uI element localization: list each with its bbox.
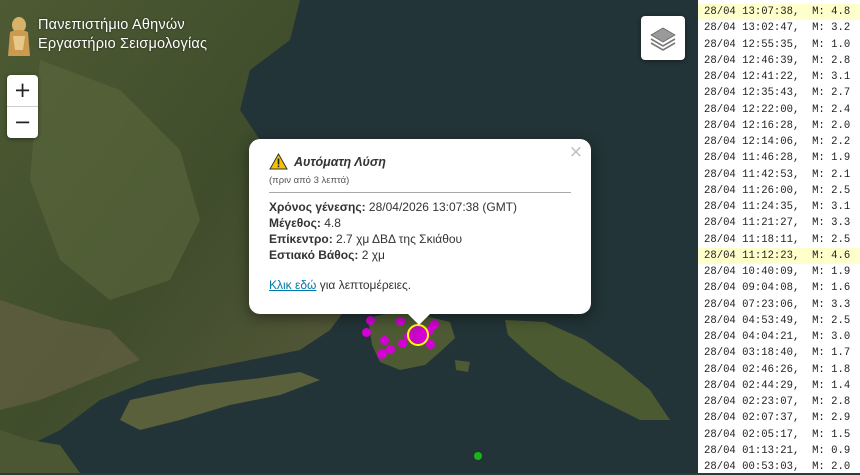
warning-icon — [269, 153, 288, 170]
magnitude-value: 4.8 — [324, 216, 341, 230]
quake-list-item[interactable]: 28/04 12:35:43, M: 2.7 — [698, 85, 860, 101]
quake-list-item[interactable]: 28/04 02:46:26, M: 1.8 — [698, 362, 860, 378]
zoom-out-button[interactable]: − — [7, 106, 38, 138]
origin-time-value: 28/04/2026 13:07:38 (GMT) — [368, 200, 518, 214]
quake-list-item[interactable]: 28/04 12:16:28, M: 2.0 — [698, 118, 860, 134]
quake-list-item[interactable]: 28/04 07:23:06, M: 3.3 — [698, 297, 860, 313]
magnitude-label: Μέγεθος: — [269, 216, 321, 230]
depth-value: 2 χμ — [361, 248, 385, 262]
quake-list-item[interactable]: 28/04 10:40:09, M: 1.9 — [698, 264, 860, 280]
quake-marker-old[interactable] — [474, 452, 482, 460]
logo-line1: Πανεπιστήμιο Αθηνών — [38, 17, 185, 33]
quake-list-item[interactable]: 28/04 11:42:53, M: 2.1 — [698, 167, 860, 183]
quake-marker[interactable] — [366, 316, 375, 325]
earthquake-popup: × Αυτόματη Λύση (πριν από 3 λεπτά) Χρόνο… — [249, 139, 591, 325]
quake-marker[interactable] — [380, 336, 389, 345]
epicenter-row: Επίκεντρο: 2.7 χμ ΔΒΔ της Σκιάθου — [269, 231, 571, 247]
quake-list-item[interactable]: 28/04 02:05:17, M: 1.5 — [698, 427, 860, 443]
quake-marker[interactable] — [362, 328, 371, 337]
details-suffix: για λεπτομέρειες. — [319, 278, 412, 292]
quake-marker[interactable] — [396, 317, 405, 326]
quake-marker-selected[interactable] — [407, 324, 429, 346]
origin-time-label: Χρόνος γένεσης: — [269, 200, 366, 214]
zoom-control: + − — [7, 75, 38, 138]
zoom-in-button[interactable]: + — [7, 75, 38, 106]
quake-list-item[interactable]: 28/04 12:41:22, M: 3.1 — [698, 69, 860, 85]
quake-list-item[interactable]: 28/04 11:46:28, M: 1.9 — [698, 150, 860, 166]
quake-list-item[interactable]: 28/04 02:07:37, M: 2.9 — [698, 410, 860, 426]
quake-list-item[interactable]: 28/04 11:12:23, M: 4.6 — [698, 247, 860, 264]
quake-list-item[interactable]: 28/04 12:55:35, M: 1.0 — [698, 37, 860, 53]
quake-marker[interactable] — [377, 349, 387, 359]
athena-logo-icon — [8, 17, 30, 56]
depth-label: Εστιακό Βάθος: — [269, 248, 359, 262]
popup-subtitle: (πριν από 3 λεπτά) — [269, 175, 350, 186]
quake-list-item[interactable]: 28/04 04:53:49, M: 2.5 — [698, 313, 860, 329]
layers-button[interactable] — [641, 16, 685, 60]
quake-list-item[interactable]: 28/04 12:22:00, M: 2.4 — [698, 102, 860, 118]
quake-list-item[interactable]: 28/04 12:46:39, M: 2.8 — [698, 53, 860, 69]
quake-list-item[interactable]: 28/04 01:13:21, M: 0.9 — [698, 443, 860, 459]
quake-list-item[interactable]: 28/04 02:23:07, M: 2.8 — [698, 394, 860, 410]
details-row: Κλικ εδώ για λεπτομέρειες. — [269, 278, 571, 292]
quake-list-item[interactable]: 28/04 02:44:29, M: 1.4 — [698, 378, 860, 394]
quake-marker[interactable] — [430, 320, 439, 329]
quake-list-item[interactable]: 28/04 13:02:47, M: 3.2 — [698, 20, 860, 36]
epicenter-value: 2.7 χμ ΔΒΔ της Σκιάθου — [336, 232, 463, 246]
quake-list-item[interactable]: 28/04 11:18:11, M: 2.5 — [698, 232, 860, 248]
layers-icon — [650, 27, 676, 51]
quake-list-item[interactable]: 28/04 03:18:40, M: 1.7 — [698, 345, 860, 361]
popup-divider — [269, 192, 571, 193]
epicenter-label: Επίκεντρο: — [269, 232, 333, 246]
magnitude-row: Μέγεθος: 4.8 — [269, 215, 571, 231]
quake-list-item[interactable]: 28/04 04:04:21, M: 3.0 — [698, 329, 860, 345]
quake-list: 28/04 13:07:38, M: 4.8 28/04 13:02:47, M:… — [698, 0, 860, 473]
quake-list-item[interactable]: 28/04 12:14:06, M: 2.2 — [698, 134, 860, 150]
logo-line2: Εργαστήριο Σεισμολογίας — [38, 36, 208, 52]
quake-list-item[interactable]: 28/04 11:21:27, M: 3.3 — [698, 215, 860, 231]
quake-marker[interactable] — [386, 345, 395, 354]
origin-time-row: Χρόνος γένεσης: 28/04/2026 13:07:38 (GMT… — [269, 199, 571, 215]
quake-list-item[interactable]: 28/04 13:07:38, M: 4.8 — [698, 4, 860, 21]
popup-close-button[interactable]: × — [569, 142, 583, 162]
depth-row: Εστιακό Βάθος: 2 χμ — [269, 247, 571, 263]
details-link[interactable]: Κλικ εδώ — [269, 278, 316, 292]
popup-title: Αυτόματη Λύση — [294, 154, 386, 169]
popup-tip — [407, 313, 431, 325]
quake-list-item[interactable]: 28/04 09:04:08, M: 1.6 — [698, 280, 860, 296]
quake-list-item[interactable]: 28/04 11:26:00, M: 2.5 — [698, 183, 860, 199]
university-logo: Πανεπιστήμιο Αθηνών Εργαστήριο Σεισμολογ… — [6, 16, 207, 58]
map-view[interactable]: Πανεπιστήμιο Αθηνών Εργαστήριο Σεισμολογ… — [0, 0, 698, 473]
quake-list-item[interactable]: 28/04 11:24:35, M: 3.1 — [698, 199, 860, 215]
